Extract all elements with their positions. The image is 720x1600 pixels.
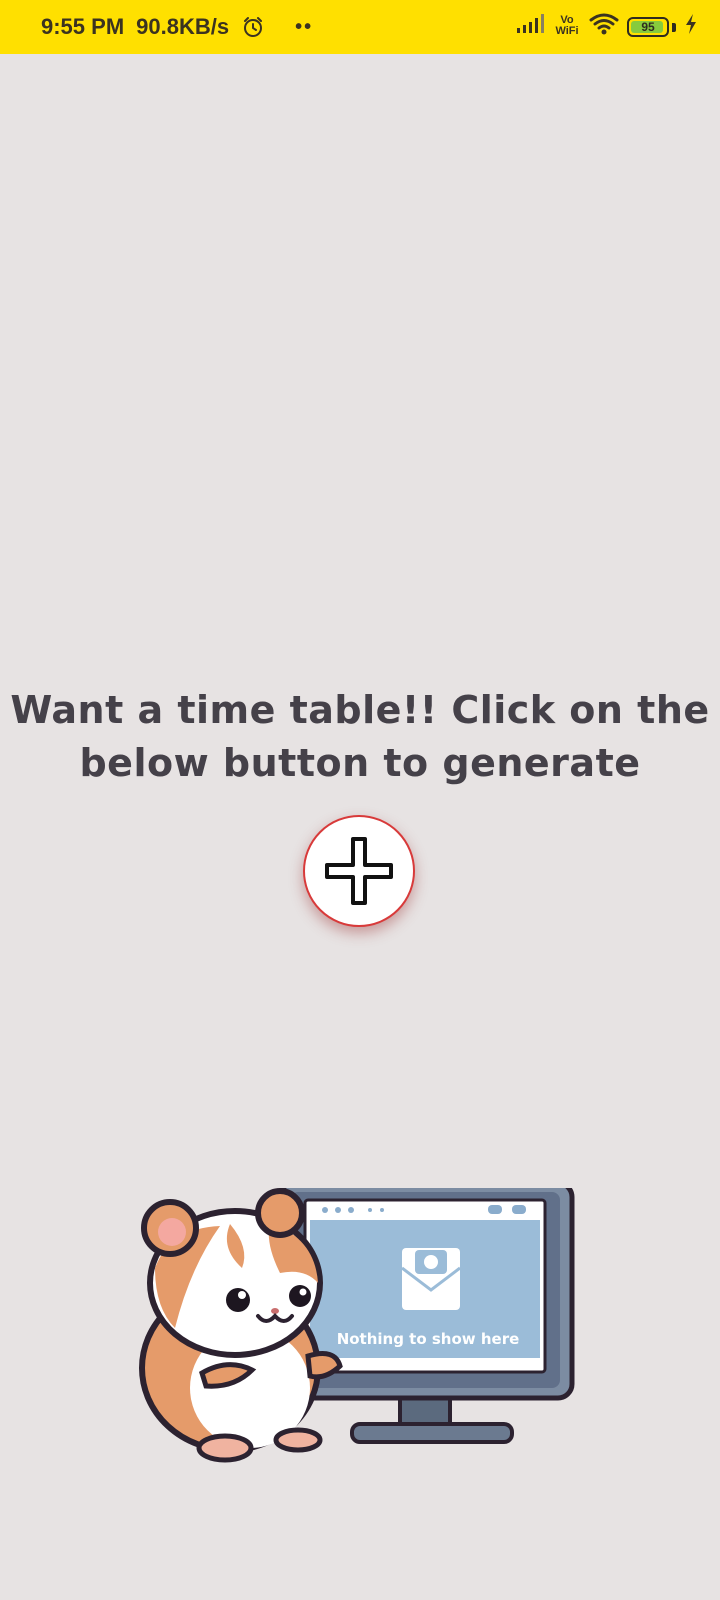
status-bar: 9:55 PM 90.8KB/s •• Vo WiFi 95 [0,0,720,54]
vowifi-icon: Vo WiFi [553,15,581,39]
plus-icon [323,835,395,907]
empty-state-message: Want a time table!! Click on the below b… [0,684,720,790]
app-screen: 9:55 PM 90.8KB/s •• Vo WiFi 95 Want a ti… [0,0,720,1600]
battery-cap [672,22,676,32]
network-speed: 90.8KB/s [136,14,230,39]
battery-indicator: 95 [627,17,669,37]
battery-level: 95 [641,20,655,34]
status-left: 9:55 PM 90.8KB/s •• [41,14,313,40]
alarm-clock-icon [241,15,265,39]
screen-message: Nothing to show here [337,1330,520,1348]
status-right: Vo WiFi 95 [515,12,698,42]
prompt-line-2: below button to generate [79,741,641,785]
prompt-line-1: Want a time table!! Click on the [10,688,710,732]
status-time: 9:55 PM [41,14,125,39]
wifi-icon [589,12,619,42]
lightning-bolt-icon [684,13,698,41]
cellular-signal-icon [515,13,545,41]
generate-timetable-button[interactable] [303,815,415,927]
vowifi-label: Vo WiFi [555,14,579,37]
hamster-computer-illustration: Nothing to show here [130,1180,590,1488]
more-notifications-dots: •• [295,15,314,38]
